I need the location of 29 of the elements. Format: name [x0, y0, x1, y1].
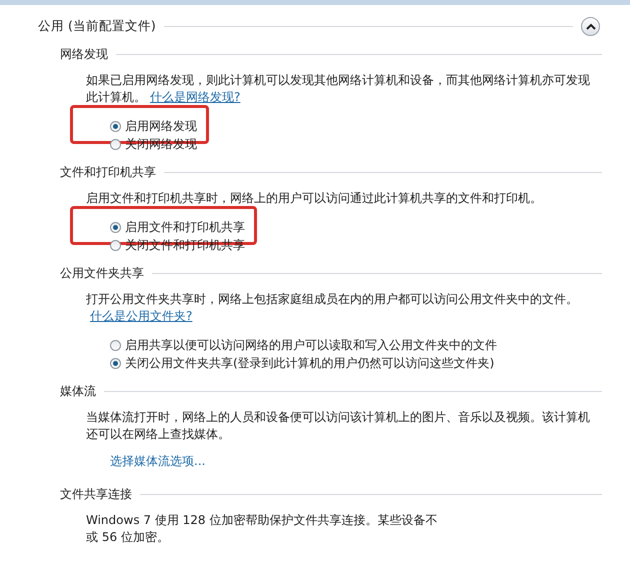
option-label[interactable]: 启用文件和打印机共享: [125, 218, 245, 236]
description-text: 启用文件和打印机共享时，网络上的用户可以访问通过此计算机共享的文件和打印机。: [86, 190, 543, 207]
help-link[interactable]: 什么是公用文件夹?: [90, 309, 192, 323]
radio-button[interactable]: [110, 120, 121, 132]
profile-title: 公用 (当前配置文件): [38, 18, 156, 35]
option-label[interactable]: 关闭文件和打印机共享: [125, 236, 245, 254]
section-heading: 媒体流: [60, 382, 96, 400]
help-link[interactable]: 什么是网络发现?: [150, 90, 240, 104]
media-options-link[interactable]: 选择媒体流选项...: [110, 453, 206, 470]
radio-button[interactable]: [110, 358, 121, 368]
description-text: 或 56 位加密。: [86, 529, 169, 546]
description-text: 如果已启用网络发现，则此计算机可以发现其他网络计算机和设备，而其他网络计算机亦可发现此计算机。 什么是网络发现?: [86, 72, 591, 106]
description-text: 打开公用文件夹共享时，网络上包括家庭组成员在内的用户都可以访问公用文件夹中的文件。 什么是公用文件夹?: [86, 291, 579, 325]
option-label[interactable]: 关闭网络发现: [125, 136, 197, 152]
section-heading: 公用文件夹共享: [60, 264, 144, 282]
option-label[interactable]: 关闭公用文件夹共享(登录到此计算机的用户仍然可以访问这些文件夹): [125, 354, 494, 372]
radio-button[interactable]: [110, 340, 121, 350]
collapse-button[interactable]: [581, 17, 600, 36]
section-heading: 文件和打印机共享: [60, 164, 156, 180]
option-label[interactable]: 启用网络发现: [125, 118, 197, 134]
section-heading: 网络发现: [60, 46, 108, 62]
section-heading: 文件共享连接: [60, 486, 132, 502]
radio-button[interactable]: [110, 240, 121, 250]
radio-button[interactable]: [110, 138, 121, 150]
option-label[interactable]: 启用共享以便可以访问网络的用户可以读取和写入公用文件夹中的文件: [125, 336, 497, 354]
radio-button[interactable]: [110, 222, 121, 232]
description-text: Windows 7 使用 128 位加密帮助保护文件共享连接。某些设备不: [86, 512, 438, 529]
caret-icon: [586, 23, 596, 30]
description-text: 当媒体流打开时，网络上的人员和设备便可以访问该计算机上的图片、音乐以及视频。该计算机还可以在网络上查找媒体。: [86, 409, 591, 443]
